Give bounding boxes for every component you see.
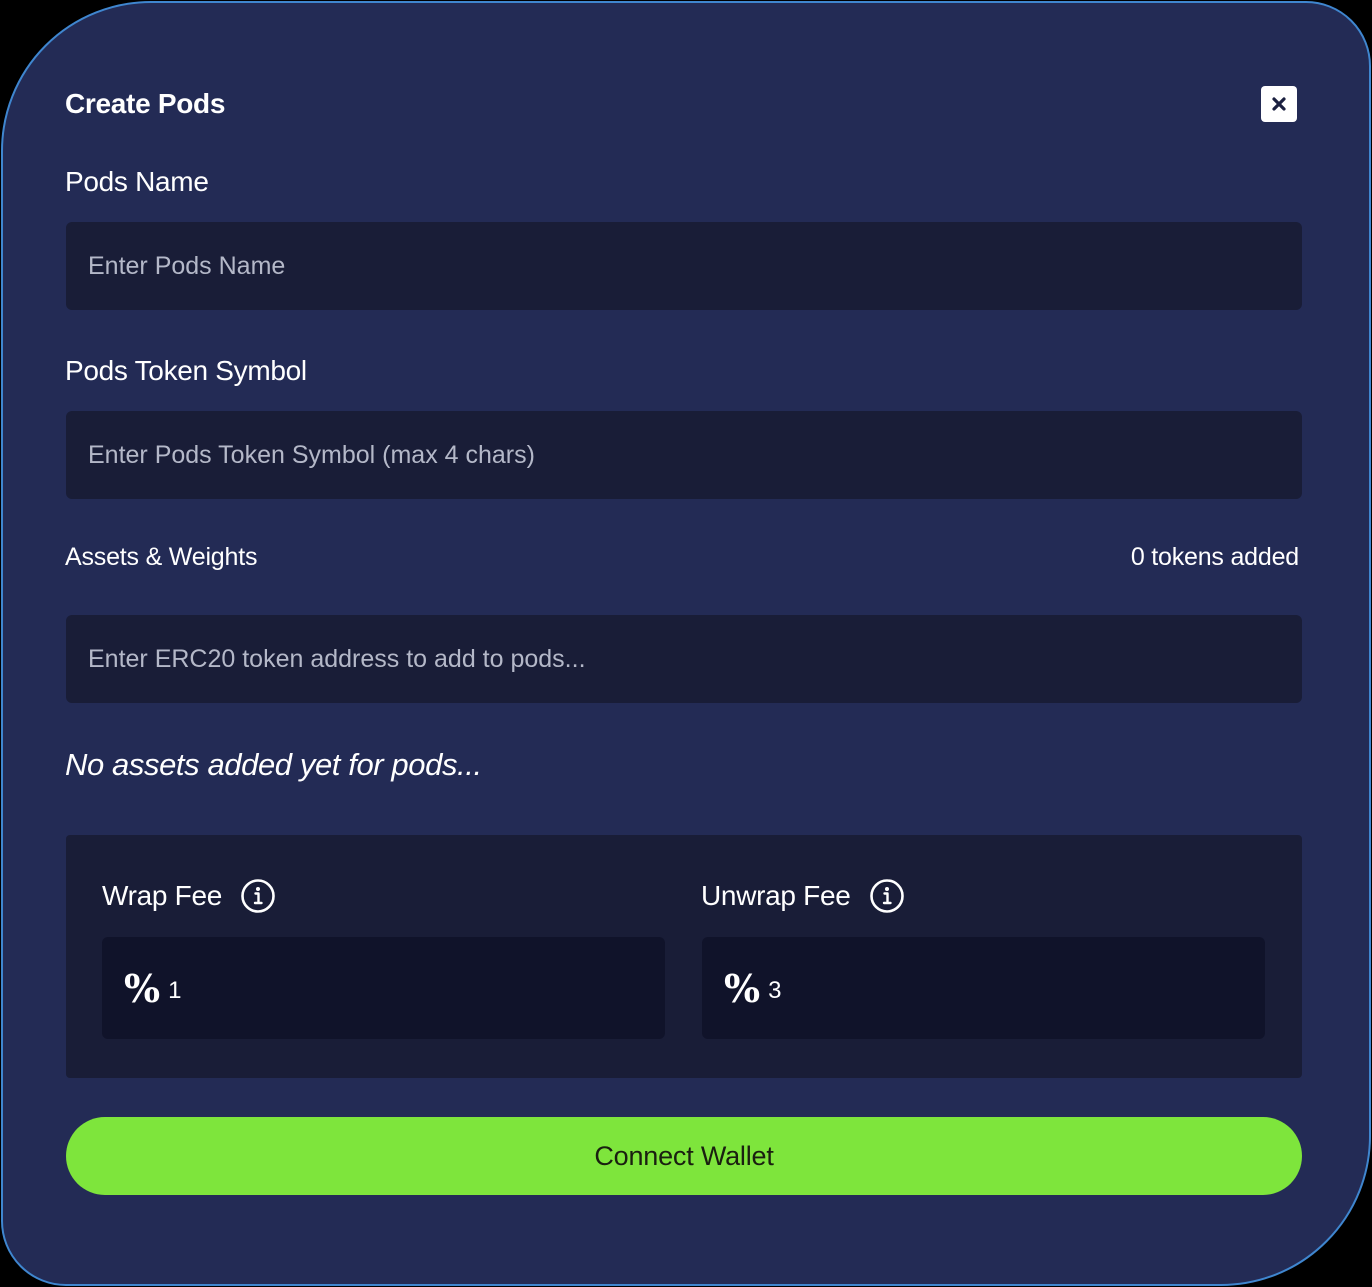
- fee-panel: Wrap Fee % Unwrap Fee: [66, 835, 1302, 1078]
- unwrap-fee-input[interactable]: [768, 977, 1189, 1005]
- wrap-fee-info-icon[interactable]: [240, 878, 276, 914]
- pods-name-input[interactable]: [66, 222, 1302, 310]
- unwrap-fee-percent-icon: %: [724, 965, 761, 1011]
- unwrap-fee-label-group: Unwrap Fee: [701, 878, 905, 914]
- wrap-fee-field: %: [102, 937, 665, 1039]
- wrap-fee-percent-icon: %: [124, 965, 161, 1011]
- create-pods-modal: Create Pods Pods Name Pods Token Symbol …: [1, 1, 1371, 1286]
- pods-name-label: Pods Name: [65, 166, 209, 197]
- no-assets-message: No assets added yet for pods...: [65, 747, 482, 782]
- token-symbol-input[interactable]: [66, 411, 1302, 499]
- connect-wallet-button[interactable]: Connect Wallet: [66, 1117, 1302, 1195]
- close-button[interactable]: [1261, 86, 1297, 122]
- modal-title: Create Pods: [65, 88, 226, 119]
- close-icon: [1272, 97, 1286, 111]
- wrap-fee-input[interactable]: [168, 977, 589, 1005]
- assets-weights-label: Assets & Weights: [65, 543, 258, 571]
- unwrap-fee-label: Unwrap Fee: [701, 880, 851, 911]
- token-address-input[interactable]: [66, 615, 1302, 703]
- unwrap-fee-field: %: [702, 937, 1265, 1039]
- tokens-added-count: 0 tokens added: [1130, 543, 1299, 571]
- unwrap-fee-info-icon[interactable]: [869, 878, 905, 914]
- wrap-fee-label: Wrap Fee: [102, 880, 223, 911]
- token-symbol-label: Pods Token Symbol: [65, 355, 307, 386]
- wrap-fee-label-group: Wrap Fee: [102, 878, 276, 914]
